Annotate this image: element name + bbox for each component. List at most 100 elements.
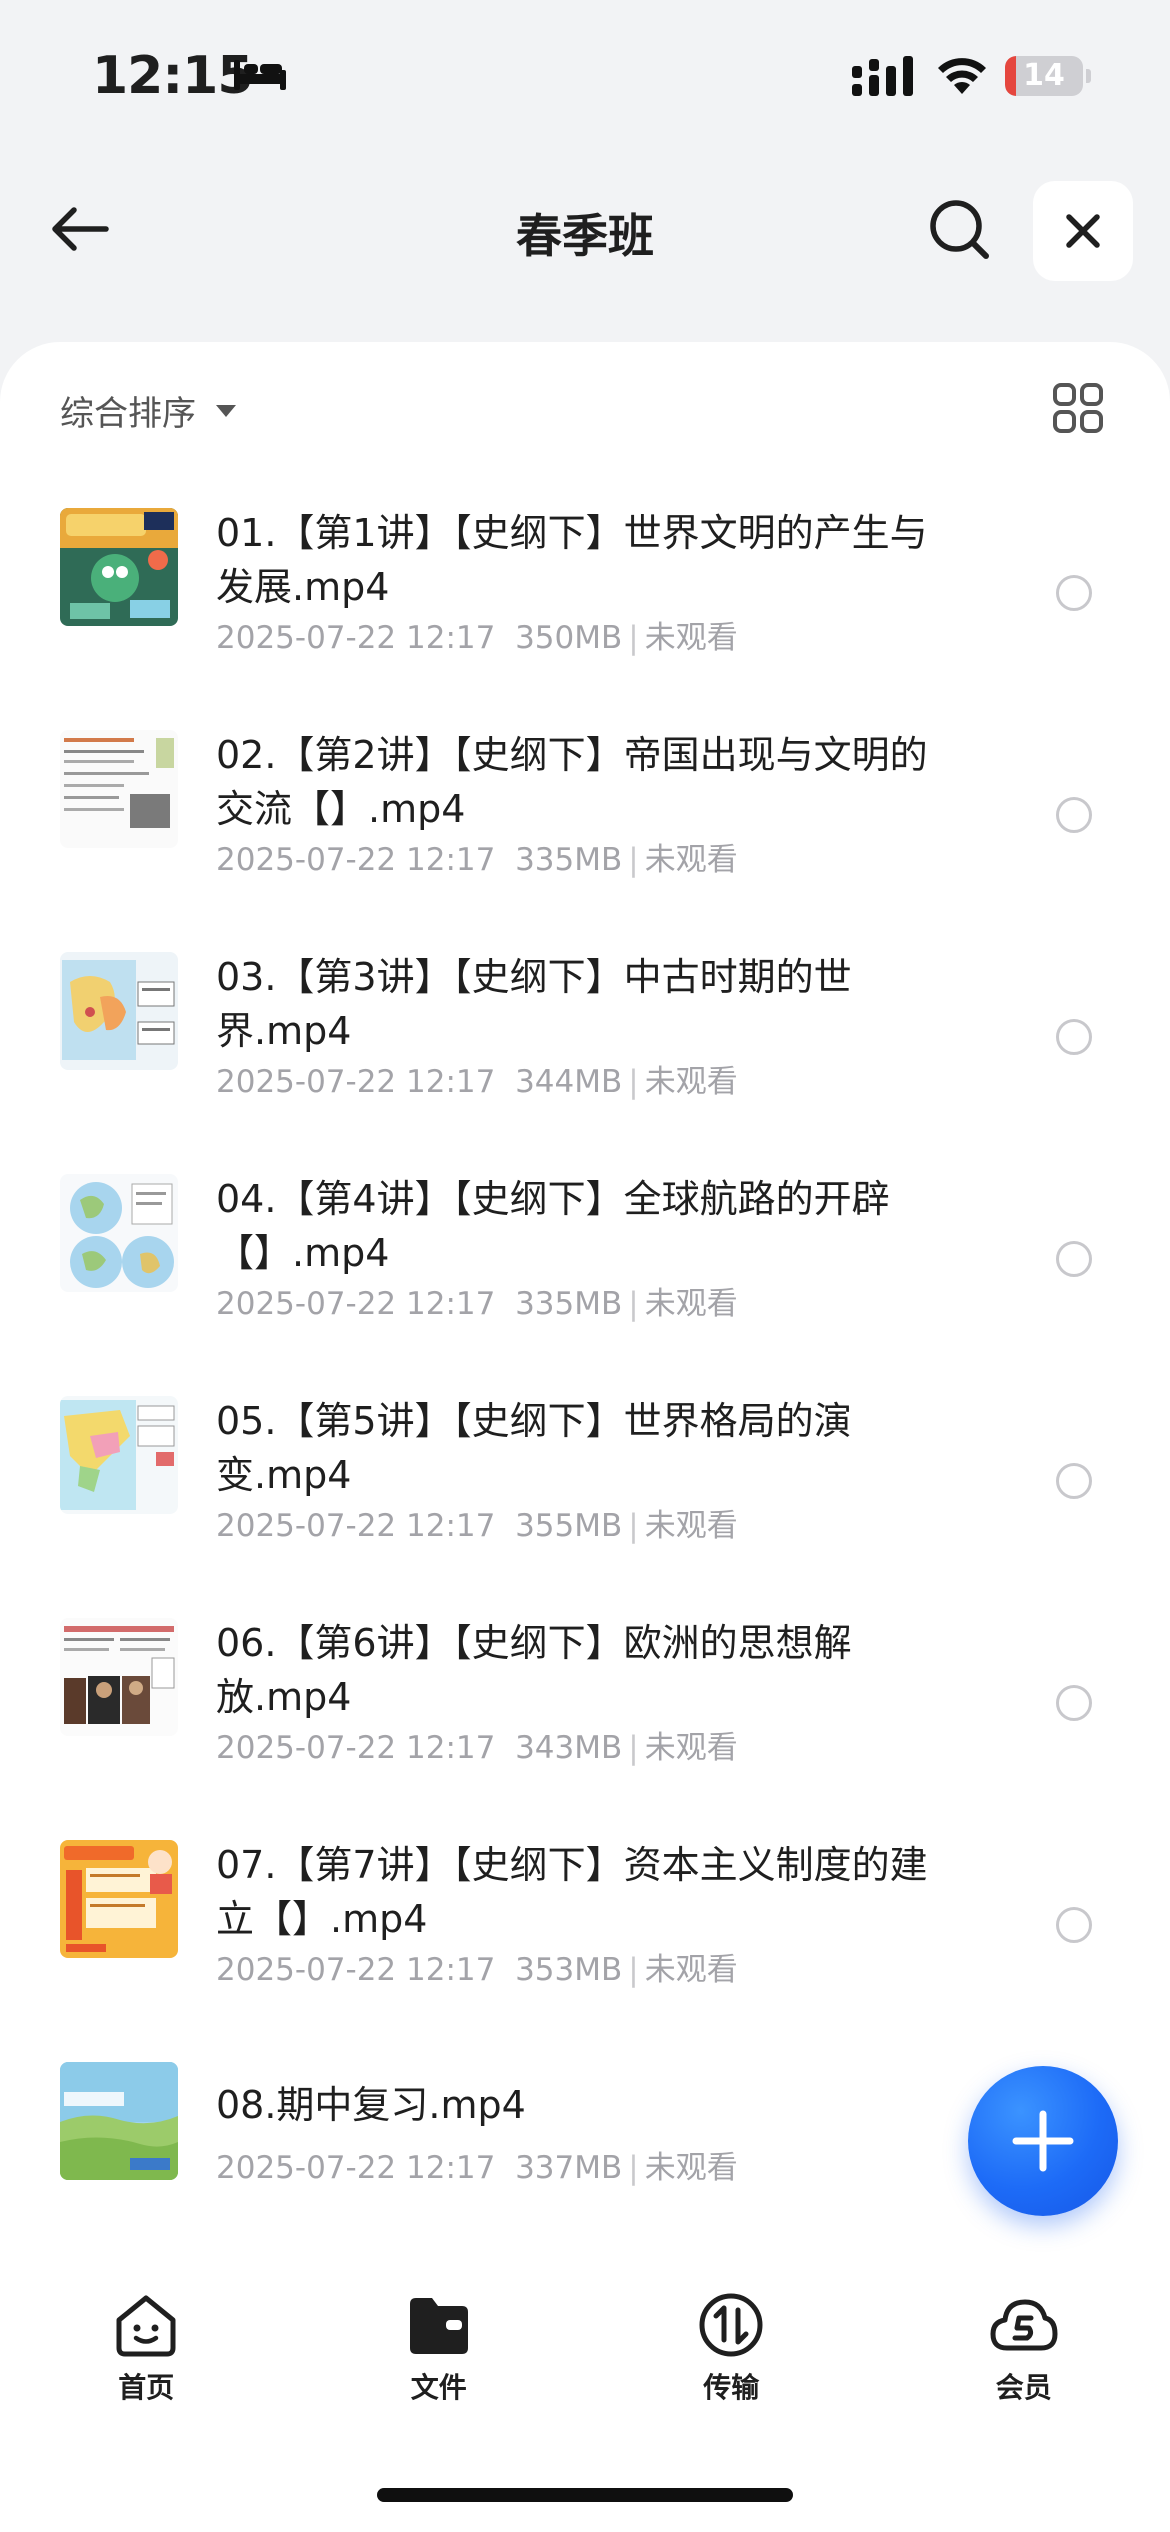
caret-down-icon [216, 404, 236, 417]
file-item[interactable]: 01.【第1讲】【史纲下】世界文明的产生与发展.mp4 2025-07-22 1… [0, 472, 1170, 694]
file-name: 03.【第3讲】【史纲下】中古时期的世界.mp4 [216, 955, 852, 1053]
select-radio[interactable] [1056, 1463, 1092, 1499]
sort-dropdown[interactable]: 综合排序 [60, 386, 236, 435]
video-thumbnail [60, 1840, 178, 1958]
select-radio[interactable] [1056, 1019, 1092, 1055]
meta-separator: | [628, 2150, 639, 2186]
close-icon [1066, 214, 1100, 248]
file-date: 2025-07-22 12:17 [216, 842, 496, 878]
video-thumbnail [60, 508, 178, 626]
file-item[interactable]: 04.【第4讲】【史纲下】全球航路的开辟【】.mp4 2025-07-22 12… [0, 1138, 1170, 1360]
watch-status: 未观看 [644, 2150, 738, 2186]
file-date: 2025-07-22 12:17 [216, 1508, 496, 1544]
file-size: 335MB [515, 842, 623, 878]
video-thumbnail [60, 2062, 178, 2180]
select-radio[interactable] [1056, 797, 1092, 833]
watch-status: 未观看 [644, 1286, 738, 1322]
file-meta: 2025-07-22 12:17 353MB | 未观看 [216, 1944, 738, 1989]
file-item[interactable]: 02.【第2讲】【史纲下】帝国出现与文明的交流【】.mp4 2025-07-22… [0, 694, 1170, 916]
file-item[interactable]: 03.【第3讲】【史纲下】中古时期的世界.mp4 2025-07-22 12:1… [0, 916, 1170, 1138]
file-name: 08.期中复习.mp4 [216, 2083, 526, 2127]
sort-label: 综合排序 [60, 394, 196, 434]
file-size: 350MB [515, 620, 623, 656]
file-size: 353MB [515, 1952, 623, 1988]
nav-bar: 春季班 [0, 170, 1170, 290]
file-meta: 2025-07-22 12:17 337MB | 未观看 [216, 2142, 738, 2187]
tab-vip[interactable]: 会员 [878, 2270, 1170, 2420]
add-button[interactable] [968, 2066, 1118, 2216]
video-thumbnail [60, 1174, 178, 1292]
select-radio[interactable] [1056, 1241, 1092, 1277]
watch-status: 未观看 [644, 1064, 738, 1100]
watch-status: 未观看 [644, 1952, 738, 1988]
file-meta: 2025-07-22 12:17 335MB | 未观看 [216, 1278, 738, 1323]
plus-icon [1012, 2110, 1074, 2172]
video-thumbnail [60, 1618, 178, 1736]
status-bar: 12:15 14 [0, 0, 1170, 150]
file-name: 01.【第1讲】【史纲下】世界文明的产生与发展.mp4 [216, 511, 928, 609]
search-button[interactable] [924, 194, 996, 266]
file-list: 01.【第1讲】【史纲下】世界文明的产生与发展.mp4 2025-07-22 1… [0, 472, 1170, 2248]
meta-separator: | [628, 620, 639, 656]
tab-label: 文件 [410, 2371, 467, 2404]
video-thumbnail [60, 1396, 178, 1514]
battery-body: 14 [1005, 56, 1083, 96]
meta-separator: | [628, 1508, 639, 1544]
close-button[interactable] [1033, 181, 1133, 281]
file-size: 337MB [515, 2150, 623, 2186]
watch-status: 未观看 [644, 620, 738, 656]
file-date: 2025-07-22 12:17 [216, 1064, 496, 1100]
file-size: 344MB [515, 1064, 623, 1100]
home-indicator [377, 2488, 793, 2502]
tab-home[interactable]: 首页 [0, 2270, 293, 2420]
file-date: 2025-07-22 12:17 [216, 1730, 496, 1766]
search-icon [930, 200, 989, 259]
home-smile-icon [116, 2295, 176, 2357]
select-radio[interactable] [1056, 575, 1092, 611]
file-size: 355MB [515, 1508, 623, 1544]
watch-status: 未观看 [644, 1730, 738, 1766]
tab-label: 传输 [703, 2371, 760, 2404]
tab-bar: 首页 文件 传输 会员 [0, 2270, 1170, 2420]
tab-label: 首页 [118, 2371, 175, 2404]
battery-indicator: 14 [1005, 56, 1091, 96]
select-radio[interactable] [1056, 1685, 1092, 1721]
file-name: 05.【第5讲】【史纲下】世界格局的演变.mp4 [216, 1399, 852, 1497]
video-thumbnail [60, 952, 178, 1070]
file-date: 2025-07-22 12:17 [216, 2150, 496, 2186]
screen: 12:15 14 春季班 综合排序 01.【第1讲】【史纲下】世界文明的产生与发… [0, 0, 1170, 2532]
grid-view-toggle-icon[interactable] [1052, 382, 1104, 434]
battery-percent: 14 [1023, 58, 1065, 93]
tab-label: 会员 [995, 2371, 1052, 2404]
file-item[interactable]: 07.【第7讲】【史纲下】资本主义制度的建立【】.mp4 2025-07-22 … [0, 1804, 1170, 2026]
watch-status: 未观看 [644, 1508, 738, 1544]
file-date: 2025-07-22 12:17 [216, 620, 496, 656]
folder-icon [409, 2298, 468, 2354]
vip-cloud-icon [990, 2299, 1058, 2351]
file-item[interactable]: 05.【第5讲】【史纲下】世界格局的演变.mp4 2025-07-22 12:1… [0, 1360, 1170, 1582]
transfer-icon [699, 2293, 763, 2357]
file-item[interactable]: 06.【第6讲】【史纲下】欧洲的思想解放.mp4 2025-07-22 12:1… [0, 1582, 1170, 1804]
file-meta: 2025-07-22 12:17 343MB | 未观看 [216, 1722, 738, 1767]
wifi-icon [938, 58, 986, 94]
meta-separator: | [628, 1286, 639, 1322]
file-meta: 2025-07-22 12:17 350MB | 未观看 [216, 612, 738, 657]
tab-files[interactable]: 文件 [293, 2270, 586, 2420]
file-size: 335MB [515, 1286, 623, 1322]
file-name: 02.【第2讲】【史纲下】帝国出现与文明的交流【】.mp4 [216, 733, 928, 831]
select-radio[interactable] [1056, 1907, 1092, 1943]
tab-transfer[interactable]: 传输 [585, 2270, 878, 2420]
file-date: 2025-07-22 12:17 [216, 1952, 496, 1988]
file-date: 2025-07-22 12:17 [216, 1286, 496, 1322]
status-time: 12:15 [92, 46, 254, 106]
file-name: 07.【第7讲】【史纲下】资本主义制度的建立【】.mp4 [216, 1843, 928, 1941]
video-thumbnail [60, 730, 178, 848]
file-meta: 2025-07-22 12:17 344MB | 未观看 [216, 1056, 738, 1101]
meta-separator: | [628, 1730, 639, 1766]
file-meta: 2025-07-22 12:17 355MB | 未观看 [216, 1500, 738, 1545]
battery-cap [1086, 69, 1091, 83]
watch-status: 未观看 [644, 842, 738, 878]
file-meta: 2025-07-22 12:17 335MB | 未观看 [216, 834, 738, 879]
file-name: 04.【第4讲】【史纲下】全球航路的开辟【】.mp4 [216, 1177, 890, 1275]
meta-separator: | [628, 1064, 639, 1100]
